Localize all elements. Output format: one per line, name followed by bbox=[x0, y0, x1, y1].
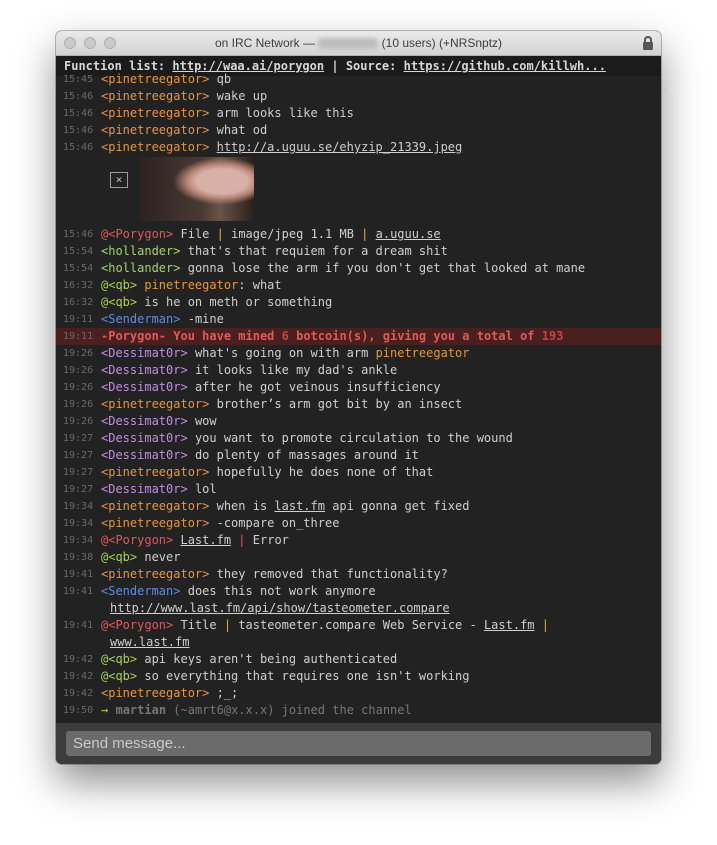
message-line: 19:42 @<qb> api keys aren't being authent… bbox=[63, 652, 398, 666]
nick[interactable]: <pinetreegator> bbox=[101, 567, 209, 581]
nick[interactable]: <pinetreegator> bbox=[101, 499, 209, 513]
message-link[interactable]: Last.fm bbox=[180, 533, 231, 547]
message-line: 19:34 <pinetreegator> when is last.fm api… bbox=[63, 499, 470, 513]
image-preview-row: × bbox=[56, 156, 661, 226]
message-line: 19:34 <pinetreegator> -compare on_three bbox=[63, 516, 340, 530]
mention[interactable]: pinetreegator bbox=[144, 278, 238, 292]
message-line: 15:46 <pinetreegator> wake up bbox=[63, 89, 268, 103]
message-link[interactable]: http://a.uguu.se/ehyzip_21339.jpeg bbox=[217, 140, 463, 154]
message-link[interactable]: www.last.fm bbox=[110, 634, 189, 651]
message-line: 19:27 <Dessimat0r> lol bbox=[63, 482, 217, 496]
nick[interactable]: <Dessimat0r> bbox=[101, 346, 188, 360]
message-line: 16:32 @<qb> pinetreegator: what bbox=[63, 278, 282, 292]
message-line: 19:26 <Dessimat0r> after he got veinous i… bbox=[63, 380, 441, 394]
message-line: 19:26 <Dessimat0r> it looks like my dad's… bbox=[63, 363, 398, 377]
nick[interactable]: <pinetreegator> bbox=[101, 89, 209, 103]
mention[interactable]: pinetreegator bbox=[376, 346, 470, 360]
message-line: 19:34 @<Porygon> Last.fm | Error bbox=[63, 533, 289, 547]
nick[interactable]: <pinetreegator> bbox=[101, 686, 209, 700]
nick[interactable]: martian bbox=[115, 703, 166, 717]
broken-image-icon[interactable]: × bbox=[110, 172, 128, 188]
message-line: 19:42 <pinetreegator> ;_; bbox=[63, 686, 239, 700]
nick[interactable]: @<qb> bbox=[101, 669, 137, 683]
message-line: 15:54 <hollander> that's that requiem for… bbox=[63, 244, 448, 258]
nick[interactable]: @<Porygon> bbox=[101, 618, 173, 632]
message-line: 19:11 <Senderman> -mine bbox=[63, 312, 224, 326]
join-event-line: 19:50 → martian (~amrt6@x.x.x) joined the… bbox=[63, 703, 412, 717]
nick[interactable]: <Senderman> bbox=[101, 312, 180, 326]
nick[interactable]: @<qb> bbox=[101, 295, 137, 309]
message-link[interactable]: a.uguu.se bbox=[376, 227, 441, 241]
nick[interactable]: @<qb> bbox=[101, 278, 137, 292]
nick[interactable]: <pinetreegator> bbox=[101, 106, 209, 120]
nick[interactable]: <Dessimat0r> bbox=[101, 431, 188, 445]
nick[interactable]: <hollander> bbox=[101, 244, 180, 258]
message-line: 19:27 <Dessimat0r> you want to promote ci… bbox=[63, 431, 513, 445]
message-link[interactable]: http://www.last.fm/api/show/tasteometer.… bbox=[110, 600, 450, 617]
message-line: 16:32 @<qb> is he on meth or something bbox=[63, 295, 333, 309]
nick[interactable]: <pinetreegator> bbox=[101, 72, 209, 86]
message-line: 19:41 <Senderman> does this not work anym… bbox=[63, 584, 450, 617]
message-line: 19:26 <Dessimat0r> wow bbox=[63, 414, 217, 428]
message-line: 19:26 <Dessimat0r> what's going on with a… bbox=[63, 346, 470, 360]
nick[interactable]: @<Porygon> bbox=[101, 227, 173, 241]
nick[interactable]: <Dessimat0r> bbox=[101, 414, 188, 428]
message-line: 19:26 <pinetreegator> brother’s arm got b… bbox=[63, 397, 463, 411]
nick[interactable]: <Dessimat0r> bbox=[101, 363, 188, 377]
message-line: 19:27 <Dessimat0r> do plenty of massages … bbox=[63, 448, 419, 462]
title-bar: on IRC Network — (10 users) (+NRSnptz) bbox=[56, 31, 661, 56]
message-line: 15:46 @<Porygon> File | image/jpeg 1.1 MB… bbox=[63, 227, 441, 241]
close-window-button[interactable] bbox=[64, 37, 76, 49]
message-line: 15:46 <pinetreegator> http://a.uguu.se/eh… bbox=[63, 140, 463, 154]
message-line: 19:38 @<qb> never bbox=[63, 550, 181, 564]
message-link[interactable]: Last.fm bbox=[484, 618, 535, 632]
nick[interactable]: <Dessimat0r> bbox=[101, 380, 188, 394]
message-input[interactable] bbox=[66, 731, 651, 756]
zoom-window-button[interactable] bbox=[104, 37, 116, 49]
message-line: 19:41 <pinetreegator> they removed that f… bbox=[63, 567, 448, 581]
minimize-window-button[interactable] bbox=[84, 37, 96, 49]
window-title: on IRC Network — (10 users) (+NRSnptz) bbox=[214, 36, 503, 50]
highlighted-notice-line: 19:11 -Porygon- You have mined 6 botcoin(… bbox=[56, 328, 661, 345]
message-line: 15:46 <pinetreegator> arm looks like this bbox=[63, 106, 354, 120]
message-line: 19:41 @<Porygon> Title | tasteometer.comp… bbox=[63, 618, 549, 651]
message-line: 19:27 <pinetreegator> hopefully he does n… bbox=[63, 465, 434, 479]
nick[interactable]: @<qb> bbox=[101, 550, 137, 564]
message-line: 19:42 @<qb> so everything that requires o… bbox=[63, 669, 470, 683]
message-line: 15:54 <hollander> gonna lose the arm if y… bbox=[63, 261, 586, 275]
nick[interactable]: <pinetreegator> bbox=[101, 516, 209, 530]
message-log[interactable]: 15:45 <pinetreegator> qb 15:46 <pinetreega… bbox=[56, 71, 661, 718]
join-arrow-icon: → bbox=[101, 703, 109, 717]
nick[interactable]: @<Porygon> bbox=[101, 533, 173, 547]
nick[interactable]: <pinetreegator> bbox=[101, 140, 209, 154]
nick[interactable]: @<qb> bbox=[101, 652, 137, 666]
nick[interactable]: <Dessimat0r> bbox=[101, 482, 188, 496]
redacted-channel-name bbox=[318, 38, 379, 50]
window-controls bbox=[64, 37, 116, 49]
nick[interactable]: <Dessimat0r> bbox=[101, 448, 188, 462]
message-line: 15:45 <pinetreegator> qb bbox=[63, 72, 232, 86]
nick[interactable]: -Porygon- bbox=[101, 329, 166, 343]
nick[interactable]: <hollander> bbox=[101, 261, 180, 275]
nick[interactable]: <Senderman> bbox=[101, 584, 180, 598]
nick[interactable]: <pinetreegator> bbox=[101, 465, 209, 479]
nick[interactable]: <pinetreegator> bbox=[101, 123, 209, 137]
irc-window: on IRC Network — (10 users) (+NRSnptz) F… bbox=[56, 31, 661, 764]
lock-icon bbox=[643, 36, 653, 50]
message-link[interactable]: last.fm bbox=[274, 499, 325, 513]
input-bar bbox=[56, 723, 661, 764]
image-thumbnail[interactable] bbox=[140, 157, 254, 221]
message-line: 15:46 <pinetreegator> what od bbox=[63, 123, 268, 137]
nick[interactable]: <pinetreegator> bbox=[101, 397, 209, 411]
